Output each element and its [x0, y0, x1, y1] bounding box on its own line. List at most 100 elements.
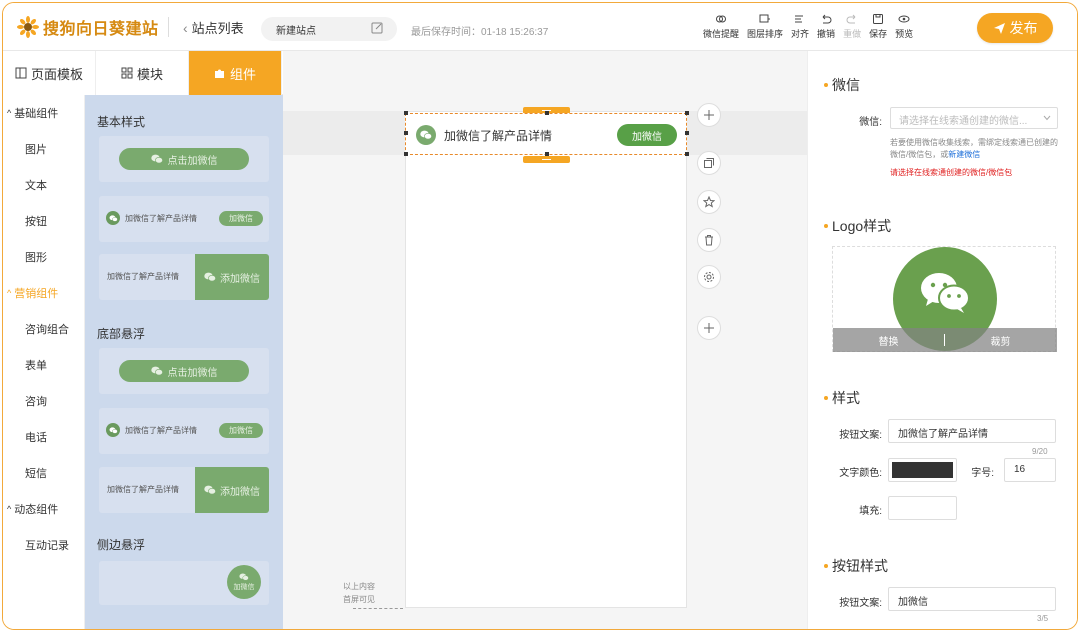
- text-color-label: 文字颜色:: [839, 468, 882, 479]
- category-label: 电话: [25, 432, 47, 444]
- category-label: 短信: [25, 468, 47, 480]
- category-consult-combo[interactable]: 咨询组合: [3, 311, 84, 347]
- corner-handle[interactable]: [404, 111, 408, 115]
- wechat-warning: 请选择在线索通创建的微信/微信包: [890, 168, 1013, 177]
- tab-modules[interactable]: 模块: [96, 51, 189, 95]
- button-text-label: 按钮文案:: [839, 430, 882, 441]
- replace-button[interactable]: 替换: [833, 333, 944, 348]
- edge-handle[interactable]: [404, 131, 408, 135]
- category-text[interactable]: 文本: [3, 167, 84, 203]
- category-form[interactable]: 表单: [3, 347, 84, 383]
- add-above-button[interactable]: [697, 103, 721, 127]
- edge-handle[interactable]: [685, 131, 689, 135]
- font-size-input[interactable]: 16: [1004, 458, 1056, 482]
- section-wechat-title: 微信: [824, 75, 860, 95]
- app-window: 搜狗向日葵建站 ‹ 站点列表 新建站点 最后保存时间：01-18 15:26:3…: [2, 2, 1078, 630]
- tool-preview[interactable]: 预览: [895, 13, 913, 40]
- component-bottom-row[interactable]: 加微信了解产品详情 加微信: [99, 408, 269, 454]
- component-split-bar[interactable]: 加微信了解产品详情 添加微信: [99, 254, 269, 300]
- edge-handle[interactable]: [545, 111, 549, 115]
- component-pill-button[interactable]: 点击加微信: [99, 136, 269, 182]
- wechat-icon: [204, 272, 216, 282]
- category-image[interactable]: 图片: [3, 131, 84, 167]
- category-shape[interactable]: 图形: [3, 239, 84, 275]
- edge-handle[interactable]: [545, 152, 549, 156]
- properties-panel: 微信 微信: 请选择在线索通创建的微信... 若要使用微信收集线索，需绑定线索通…: [807, 51, 1077, 629]
- section-logo-title: Logo样式: [824, 216, 891, 236]
- wechat-icon: [239, 572, 249, 581]
- fold-indicator: 以上内容 首屏可见: [343, 580, 375, 606]
- category-consult[interactable]: 咨询: [3, 383, 84, 419]
- corner-handle[interactable]: [404, 152, 408, 156]
- settings-button[interactable]: [697, 265, 721, 289]
- tool-save[interactable]: 保存: [869, 13, 887, 40]
- toolbar: 微信提醒 图层排序 对齐 撤销 重做 保存 预览: [703, 13, 921, 40]
- bar-add-wechat-button[interactable]: 加微信: [617, 124, 677, 146]
- favorite-button[interactable]: [697, 190, 721, 214]
- selected-wechat-bar[interactable]: 加微信了解产品详情 加微信: [405, 113, 687, 155]
- component-side-float[interactable]: 加微信: [99, 561, 269, 605]
- fill-color-picker[interactable]: [888, 496, 957, 520]
- category-group-marketing[interactable]: ^ 营销组件: [3, 275, 84, 311]
- category-group-basic[interactable]: ^ 基础组件: [3, 95, 84, 131]
- button-text-input-2[interactable]: 加微信: [888, 587, 1056, 611]
- corner-handle[interactable]: [685, 111, 689, 115]
- delete-button[interactable]: [697, 228, 721, 252]
- category-group-dynamic[interactable]: ^ 动态组件: [3, 491, 84, 527]
- layers-icon: [759, 14, 771, 23]
- font-size-label: 字号:: [971, 468, 994, 479]
- category-phone[interactable]: 电话: [3, 419, 84, 455]
- phone-page[interactable]: [405, 111, 687, 608]
- category-button[interactable]: 按钮: [3, 203, 84, 239]
- grid-icon: [121, 67, 133, 79]
- corner-handle[interactable]: [685, 152, 689, 156]
- wechat-icon: [106, 423, 120, 437]
- category-label: 咨询: [25, 396, 47, 408]
- resize-handle-bottom[interactable]: [523, 156, 570, 163]
- button-text-input[interactable]: 加微信了解产品详情: [888, 419, 1056, 443]
- tab-page-templates[interactable]: 页面模板: [3, 51, 96, 95]
- add-below-button[interactable]: [697, 316, 721, 340]
- category-label: 图片: [25, 144, 47, 156]
- copy-button[interactable]: [697, 151, 721, 175]
- category-label: 基础组件: [14, 108, 59, 120]
- component-bottom-pill[interactable]: 点击加微信: [99, 348, 269, 394]
- tab-components[interactable]: 组件: [189, 51, 282, 95]
- split-button-label: 添加微信: [220, 486, 260, 498]
- category-sms[interactable]: 短信: [3, 455, 84, 491]
- crop-button[interactable]: 裁剪: [945, 333, 1056, 348]
- section-button-style-title: 按钮样式: [824, 556, 888, 576]
- tool-layer-order[interactable]: 图层排序: [747, 13, 783, 40]
- save-icon: [873, 14, 884, 24]
- button-text-count-2: 3/5: [1037, 614, 1049, 623]
- tool-wechat-remind[interactable]: 微信提醒: [703, 13, 739, 40]
- logo[interactable]: 搜狗向日葵建站: [17, 14, 159, 40]
- category-label: 表单: [25, 360, 47, 372]
- edit-icon[interactable]: [371, 22, 383, 34]
- component-bottom-split[interactable]: 加微信了解产品详情 添加微信: [99, 467, 269, 513]
- star-icon: [703, 196, 715, 208]
- eye-icon: [898, 15, 910, 23]
- logo-upload-box[interactable]: 替换 裁剪: [832, 246, 1057, 352]
- tab-label: 页面模板: [30, 66, 83, 82]
- component-gallery: 基本样式 点击加微信 加微信了解产品详情 加微信 加微信了解产品详情 添加微信 …: [85, 95, 283, 629]
- new-wechat-link[interactable]: 新建微信: [948, 150, 980, 159]
- pill-preview: 点击加微信: [119, 148, 249, 170]
- publish-button[interactable]: 发布: [977, 13, 1053, 43]
- component-row-bar[interactable]: 加微信了解产品详情 加微信: [99, 196, 269, 242]
- tool-align[interactable]: 对齐: [791, 13, 809, 40]
- pill-label: 点击加微信: [167, 155, 218, 167]
- category-interaction-log[interactable]: 互动记录: [3, 527, 84, 563]
- page-name-field[interactable]: 新建站点: [261, 17, 397, 41]
- tool-undo[interactable]: 撤销: [817, 13, 835, 40]
- editor-canvas[interactable]: 加微信了解产品详情 加微信 以上内容 首屏可见: [283, 51, 807, 629]
- text-color-picker[interactable]: [888, 458, 957, 482]
- back-to-site-list[interactable]: ‹ 站点列表: [183, 18, 244, 37]
- wechat-select[interactable]: 请选择在线索通创建的微信...: [890, 107, 1058, 129]
- split-button: 添加微信: [195, 254, 269, 300]
- wechat-icon: [150, 366, 163, 376]
- tool-label: 对齐: [791, 29, 810, 39]
- section-style-title: 样式: [824, 388, 860, 408]
- tool-redo[interactable]: 重做: [843, 13, 861, 40]
- row-text: 加微信了解产品详情: [125, 214, 197, 223]
